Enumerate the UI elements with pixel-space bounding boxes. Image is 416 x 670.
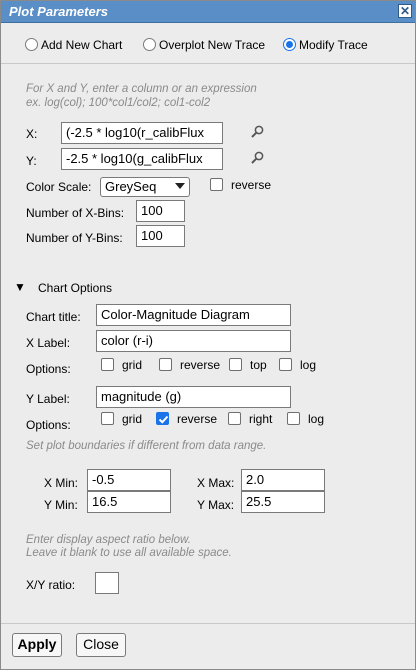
y-log-checkbox[interactable]: [287, 412, 300, 425]
x-column-search-icon[interactable]: [249, 124, 265, 140]
y-label-label: Y Label:: [26, 392, 70, 406]
radio-overplot-new-trace[interactable]: Overplot New Trace: [143, 37, 265, 52]
y-bins-label: Number of Y-Bins:: [26, 231, 123, 245]
x-expression-label: X:: [26, 127, 38, 141]
y-min-input[interactable]: 16.5: [87, 491, 171, 513]
x-label-input[interactable]: color (r-i): [96, 330, 291, 352]
chevron-down-icon: [175, 183, 185, 189]
y-reverse-label: reverse: [177, 412, 218, 426]
y-right-label: right: [249, 412, 273, 426]
y-expression-label: Y:: [26, 154, 37, 168]
ratio-hint-blank: Leave it blank to use all available spac…: [26, 547, 232, 559]
radio-modify-trace-indicator[interactable]: [283, 38, 296, 52]
x-min-label: X Min:: [44, 476, 79, 490]
color-scale-value: GreySeq: [105, 179, 157, 194]
x-options-label: Options:: [26, 362, 71, 376]
x-bins-input[interactable]: 100: [136, 200, 185, 222]
close-button[interactable]: Close: [76, 633, 126, 657]
y-expression-input[interactable]: -2.5 * log10(g_calibFlux: [61, 148, 223, 170]
y-min-label: Y Min:: [44, 498, 78, 512]
radio-modify-trace-label: Modify Trace: [299, 37, 368, 52]
x-label-label: X Label:: [26, 336, 71, 350]
x-bins-label: Number of X-Bins:: [26, 206, 125, 220]
color-scale-label: Color Scale:: [26, 180, 92, 194]
radio-modify-trace[interactable]: Modify Trace: [283, 37, 368, 52]
y-grid-label: grid: [122, 412, 143, 426]
x-grid-checkbox[interactable]: [101, 358, 114, 371]
section-divider: [1, 63, 415, 64]
y-column-search-icon[interactable]: [249, 150, 265, 166]
dialog-titlebar[interactable]: Plot Parameters ✕: [1, 1, 415, 23]
chart-options-toggle-icon[interactable]: ▼: [14, 280, 26, 294]
xy-ratio-label: X/Y ratio:: [26, 578, 76, 592]
y-max-input[interactable]: 25.5: [241, 491, 325, 513]
x-log-checkbox[interactable]: [279, 358, 292, 371]
y-right-checkbox[interactable]: [228, 412, 241, 425]
x-top-label: top: [250, 358, 267, 372]
y-grid-checkbox[interactable]: [101, 412, 114, 425]
x-log-label: log: [300, 358, 317, 372]
bounds-hint: Set plot boundaries if different from da…: [26, 440, 267, 452]
expression-example: ex. log(col); 100*col1/col2; col1-col2: [26, 97, 211, 109]
color-scale-select[interactable]: GreySeq: [100, 177, 190, 197]
y-options-label: Options:: [26, 418, 71, 432]
color-scale-reverse-label: reverse: [231, 178, 272, 192]
radio-overplot-new-trace-label: Overplot New Trace: [159, 37, 266, 52]
radio-add-new-chart-label: Add New Chart: [41, 37, 123, 52]
x-min-input[interactable]: -0.5: [87, 469, 171, 491]
x-top-checkbox[interactable]: [229, 358, 242, 371]
chart-title-label: Chart title:: [26, 310, 81, 324]
x-max-input[interactable]: 2.0: [241, 469, 325, 491]
y-label-input[interactable]: magnitude (g): [96, 386, 291, 408]
x-max-label: X Max:: [197, 476, 235, 490]
x-expression-input[interactable]: (-2.5 * log10(r_calibFlux: [61, 122, 223, 144]
xy-ratio-input[interactable]: [95, 572, 119, 594]
y-max-label: Y Max:: [197, 498, 235, 512]
y-bins-input[interactable]: 100: [136, 225, 185, 247]
chart-title-input[interactable]: Color-Magnitude Diagram: [96, 304, 291, 326]
chart-options-heading[interactable]: Chart Options: [38, 281, 112, 295]
color-scale-reverse-checkbox[interactable]: [210, 178, 223, 191]
footer-divider: [1, 623, 415, 624]
x-reverse-checkbox[interactable]: [159, 358, 172, 371]
radio-overplot-new-trace-indicator[interactable]: [143, 38, 156, 52]
x-reverse-label: reverse: [180, 358, 221, 372]
dialog-title: Plot Parameters: [9, 4, 108, 19]
x-grid-label: grid: [122, 358, 143, 372]
radio-add-new-chart[interactable]: Add New Chart: [25, 37, 122, 52]
close-icon[interactable]: ✕: [398, 4, 412, 18]
y-log-label: log: [308, 412, 325, 426]
ratio-hint: Enter display aspect ratio below.: [26, 534, 191, 546]
checkmark-icon: [158, 415, 169, 424]
apply-button[interactable]: Apply: [12, 633, 62, 657]
plot-parameters-dialog: Plot Parameters ✕ Add New Chart Overplot…: [0, 0, 416, 670]
radio-add-new-chart-indicator[interactable]: [25, 38, 38, 52]
expression-hint: For X and Y, enter a column or an expres…: [26, 83, 257, 95]
y-reverse-checkbox[interactable]: [156, 412, 169, 425]
